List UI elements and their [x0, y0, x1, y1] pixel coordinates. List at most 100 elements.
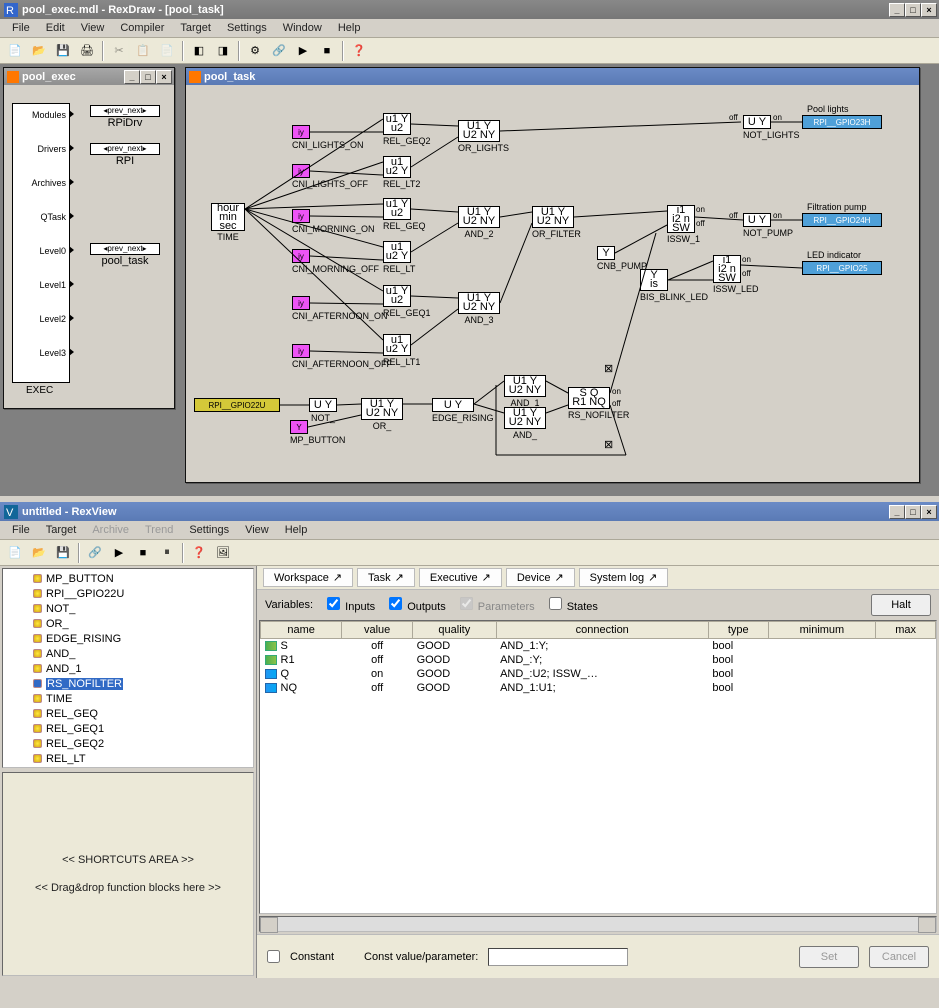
open-button[interactable]: 📂 [28, 40, 50, 62]
tree-item-and_[interactable]: AND_ [5, 646, 251, 661]
block-and_[interactable]: U1 YU2 NYAND_ [504, 407, 546, 440]
block-and_3[interactable]: U1 YU2 NYAND_3 [458, 292, 500, 325]
block-time[interactable]: hourminsecTIME [211, 203, 245, 242]
exec-block[interactable]: ModulesDriversArchivesQTaskLevel0Level1L… [12, 103, 70, 383]
col-type[interactable]: type [708, 622, 768, 639]
exec-minimize-button[interactable]: _ [124, 70, 140, 84]
rexdraw-close-button[interactable]: × [921, 3, 937, 17]
tab-system-log[interactable]: System log ↗ [579, 568, 669, 587]
menu-settings[interactable]: Settings [181, 522, 237, 538]
tree-item-not_[interactable]: NOT_ [5, 601, 251, 616]
save-button[interactable]: 💾 [52, 40, 74, 62]
check-states[interactable] [549, 597, 562, 610]
rexdraw-maximize-button[interactable]: □ [905, 3, 921, 17]
col-connection[interactable]: connection [496, 622, 708, 639]
block-cni_afternoon_on[interactable]: iyCNI_AFTERNOON_ON [292, 296, 388, 321]
pause-button[interactable]: ⏸ [156, 542, 178, 564]
block-cni_lights_off[interactable]: iyCNI_LIGHTS_OFF [292, 164, 368, 189]
copy-button[interactable]: 📋 [132, 40, 154, 62]
menu-settings[interactable]: Settings [219, 20, 275, 36]
paste-button[interactable]: 📄 [156, 40, 178, 62]
tree-item-or_[interactable]: OR_ [5, 616, 251, 631]
prev-next-block[interactable]: ◂prev_next▸ [90, 143, 160, 155]
grid-scrollbar-horizontal[interactable] [259, 916, 937, 932]
tree-item-mp_button[interactable]: MP_BUTTON [5, 571, 251, 586]
tree-item-rel_geq[interactable]: REL_GEQ [5, 706, 251, 721]
online1-button[interactable]: ▶ [292, 40, 314, 62]
new-button[interactable]: 📄 [4, 542, 26, 564]
online2-button[interactable]: ■ [316, 40, 338, 62]
menu-view[interactable]: View [73, 20, 113, 36]
block-issw_led[interactable]: i1i2 nSWISSW_LED [713, 255, 759, 294]
output-rpi__gpio23h[interactable]: RPI__GPIO23H [802, 115, 882, 129]
menu-view[interactable]: View [237, 522, 277, 538]
menu-edit[interactable]: Edit [38, 20, 73, 36]
block-cni_morning_on[interactable]: iyCNI_MORNING_ON [292, 209, 375, 234]
output-rpi__gpio24h[interactable]: RPI__GPIO24H [802, 213, 882, 227]
tab-device[interactable]: Device ↗ [506, 568, 575, 587]
block-not_pump[interactable]: U YNOT_PUMP [743, 213, 793, 238]
compile-button[interactable]: ⚙ [244, 40, 266, 62]
menu-compiler[interactable]: Compiler [112, 20, 172, 36]
tree-item-edge_rising[interactable]: EDGE_RISING [5, 631, 251, 646]
block-cni_lights_on[interactable]: iyCNI_LIGHTS_ON [292, 125, 364, 150]
block-edge_rising[interactable]: U YEDGE_RISING [432, 398, 494, 423]
tree-item-and_1[interactable]: AND_1 [5, 661, 251, 676]
prev-next-block[interactable]: ◂prev_next▸ [90, 243, 160, 255]
block-rel_lt[interactable]: u1u2 YREL_LT [383, 241, 415, 274]
block-bis_blink_led[interactable]: YisBIS_BLINK_LED [640, 269, 708, 302]
block-not_lights[interactable]: U YNOT_LIGHTS [743, 115, 800, 140]
tree-item-rel_geq2[interactable]: REL_GEQ2 [5, 736, 251, 751]
table-row[interactable]: NQoffGOODAND_1:U1;bool [261, 681, 936, 695]
table-row[interactable]: R1offGOODAND_:Y;bool [261, 653, 936, 667]
table-row[interactable]: SoffGOODAND_1:Y;bool [261, 639, 936, 654]
resize2-button[interactable]: ◨ [212, 40, 234, 62]
block-rel_geq1[interactable]: u1 Yu2REL_GEQ1 [383, 285, 431, 318]
block-or_filter[interactable]: U1 YU2 NYOR_FILTER [532, 206, 581, 239]
online2-button[interactable]: ■ [132, 542, 154, 564]
exec-canvas[interactable]: ModulesDriversArchivesQTaskLevel0Level1L… [4, 85, 174, 408]
set-button[interactable]: Set [799, 946, 859, 968]
tab-task[interactable]: Task ↗ [357, 568, 415, 587]
variables-grid[interactable]: namevaluequalityconnectiontypeminimummax… [259, 620, 937, 914]
tab-workspace[interactable]: Workspace ↗ [263, 568, 353, 587]
halt-button[interactable]: Halt [871, 594, 931, 616]
block-and_2[interactable]: U1 YU2 NYAND_2 [458, 206, 500, 239]
output-rpi__gpio25[interactable]: RPI__GPIO25 [802, 261, 882, 275]
print-button[interactable]: 🖨 [76, 40, 98, 62]
rexdraw-minimize-button[interactable]: _ [889, 3, 905, 17]
menu-help[interactable]: Help [330, 20, 369, 36]
block-and_1[interactable]: U1 YU2 NYAND_1 [504, 375, 546, 408]
help-button[interactable]: ❓ [188, 542, 210, 564]
col-minimum[interactable]: minimum [768, 622, 876, 639]
menu-target[interactable]: Target [38, 522, 85, 538]
block-rel_lt2[interactable]: u1u2 YREL_LT2 [383, 156, 420, 189]
block-rel_geq2[interactable]: u1 Yu2REL_GEQ2 [383, 113, 431, 146]
preview-button[interactable]: 🖼 [212, 542, 234, 564]
exec-maximize-button[interactable]: □ [140, 70, 156, 84]
block-mp_button[interactable]: YMP_BUTTON [290, 420, 345, 445]
tree-item-rpi__gpio22u[interactable]: RPI__GPIO22U [5, 586, 251, 601]
tab-executive[interactable]: Executive ↗ [419, 568, 502, 587]
block-not_[interactable]: U YNOT_ [309, 398, 337, 423]
menu-help[interactable]: Help [277, 522, 316, 538]
rexview-close-button[interactable]: × [921, 505, 937, 519]
col-max[interactable]: max [876, 622, 936, 639]
col-value[interactable]: value [342, 622, 413, 639]
block-or_[interactable]: U1 YU2 NYOR_ [361, 398, 403, 431]
help-button[interactable]: ❓ [348, 40, 370, 62]
connect-button[interactable]: 🔗 [268, 40, 290, 62]
open-button[interactable]: 📂 [28, 542, 50, 564]
rexview-minimize-button[interactable]: _ [889, 505, 905, 519]
menu-file[interactable]: File [4, 20, 38, 36]
constant-checkbox[interactable] [267, 950, 280, 963]
block-rel_geq[interactable]: u1 Yu2REL_GEQ [383, 198, 426, 231]
menu-file[interactable]: File [4, 522, 38, 538]
tree-item-rel_lt[interactable]: REL_LT [5, 751, 251, 766]
tree-list[interactable]: MP_BUTTONRPI__GPIO22UNOT_OR_EDGE_RISINGA… [2, 568, 254, 768]
menu-window[interactable]: Window [275, 20, 330, 36]
tree-item-rs_nofilter[interactable]: RS_NOFILTER [5, 676, 251, 691]
block-rel_lt1[interactable]: u1u2 YREL_LT1 [383, 334, 420, 367]
rexview-maximize-button[interactable]: □ [905, 505, 921, 519]
tree-item-time[interactable]: TIME [5, 691, 251, 706]
